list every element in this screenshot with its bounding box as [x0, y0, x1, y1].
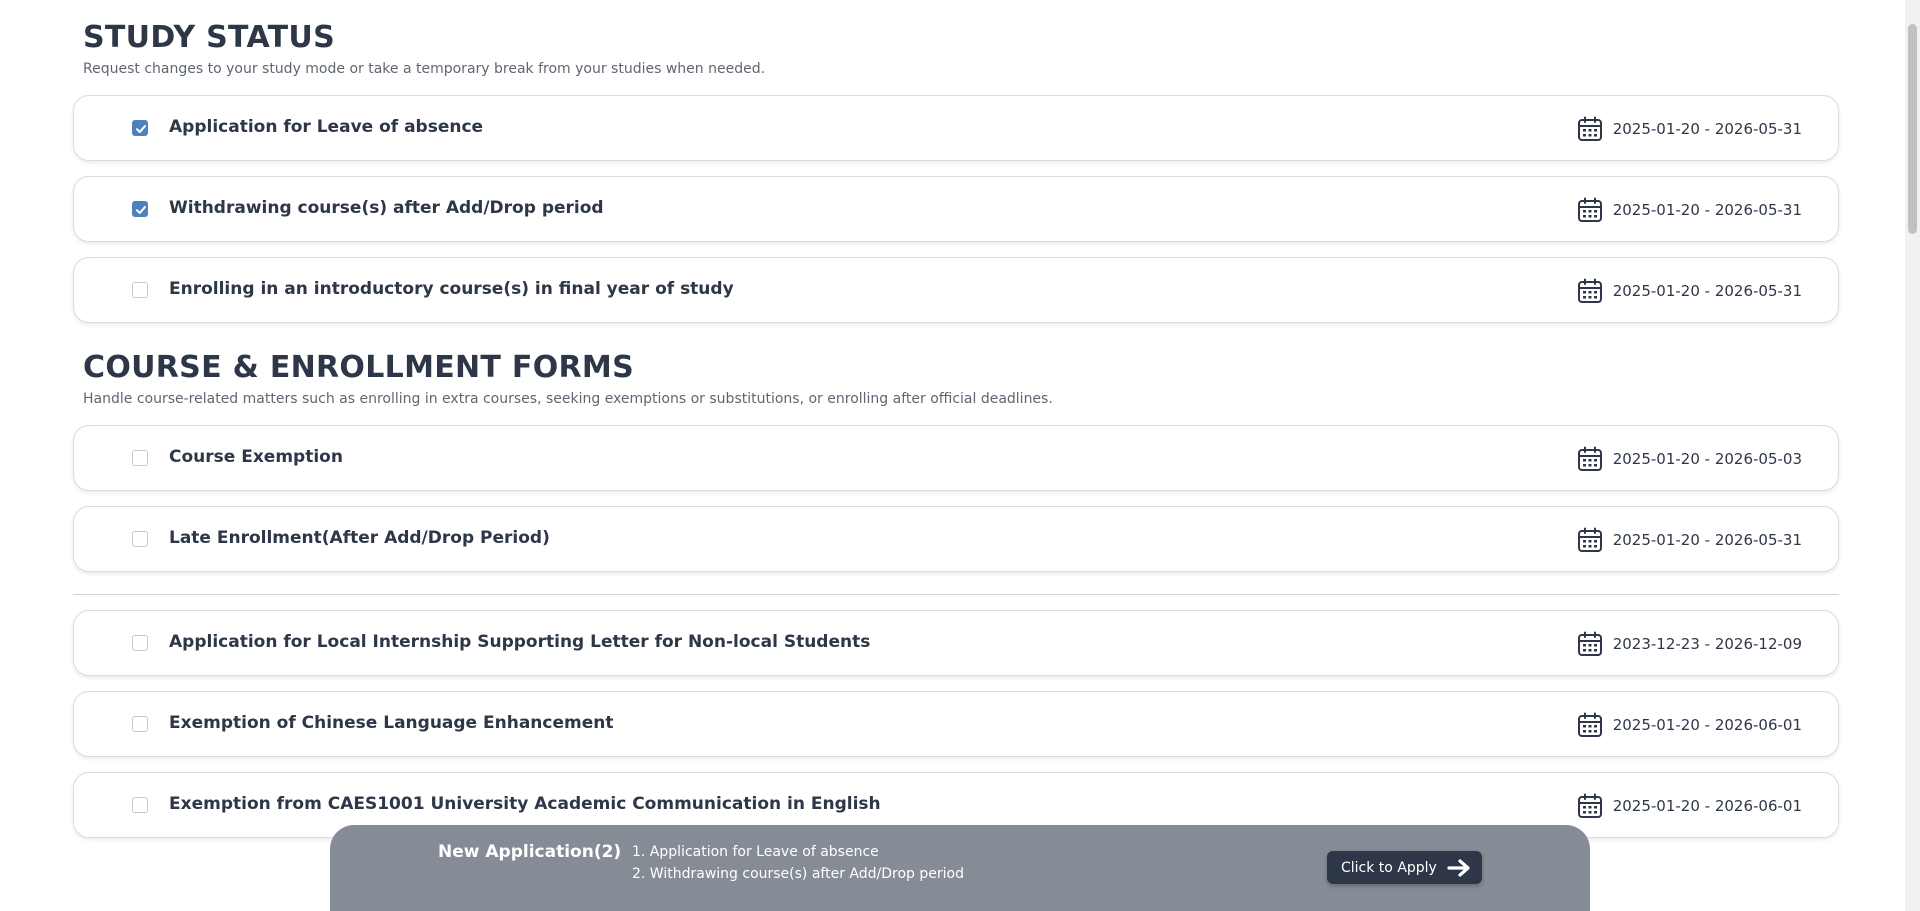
calendar-icon	[1577, 197, 1602, 222]
form-date: 2025-01-20 - 2026-05-03	[1612, 450, 1802, 468]
form-checkbox[interactable]	[132, 282, 148, 298]
selected-application-item: 2. Withdrawing course(s) after Add/Drop …	[632, 866, 964, 882]
form-title: Enrolling in an introductory course(s) i…	[169, 279, 734, 299]
form-checkbox[interactable]	[132, 120, 148, 136]
form-card[interactable]: Late Enrollment(After Add/Drop Period) 2…	[73, 506, 1839, 572]
click-to-apply-button[interactable]: Click to Apply	[1327, 851, 1482, 884]
form-card[interactable]: Exemption of Chinese Language Enhancemen…	[73, 691, 1839, 757]
form-date-range: 2025-01-20 - 2026-05-31	[1577, 527, 1802, 553]
form-checkbox[interactable]	[132, 797, 148, 813]
form-date: 2025-01-20 - 2026-06-01	[1612, 797, 1802, 815]
form-date: 2025-01-20 - 2026-05-31	[1612, 531, 1802, 549]
form-checkbox[interactable]	[132, 635, 148, 651]
section-divider	[73, 594, 1839, 595]
form-title: Application for Local Internship Support…	[169, 632, 871, 652]
page-scrollbar[interactable]	[1905, 0, 1920, 911]
calendar-icon	[1577, 278, 1602, 303]
form-date-range: 2025-01-20 - 2026-05-31	[1577, 278, 1802, 304]
form-date-range: 2025-01-20 - 2026-05-31	[1577, 197, 1802, 223]
form-date: 2023-12-23 - 2026-12-09	[1612, 635, 1802, 653]
form-date-range: 2025-01-20 - 2026-05-03	[1577, 446, 1802, 472]
selected-application-item: 1. Application for Leave of absence	[632, 844, 879, 860]
form-date: 2025-01-20 - 2026-05-31	[1612, 282, 1802, 300]
scrollbar-thumb[interactable]	[1908, 24, 1917, 234]
new-application-bar: New Application(2) 1. Application for Le…	[330, 825, 1590, 911]
form-card[interactable]: Enrolling in an introductory course(s) i…	[73, 257, 1839, 323]
calendar-icon	[1577, 631, 1602, 656]
form-date-range: 2025-01-20 - 2026-06-01	[1577, 712, 1802, 738]
check-icon	[136, 125, 146, 133]
form-date-range: 2025-01-20 - 2026-06-01	[1577, 793, 1802, 819]
form-date: 2025-01-20 - 2026-05-31	[1612, 201, 1802, 219]
form-date-range: 2023-12-23 - 2026-12-09	[1577, 631, 1802, 657]
section-heading-course-enrollment: COURSE & ENROLLMENT FORMS	[83, 350, 634, 385]
form-date: 2025-01-20 - 2026-06-01	[1612, 716, 1802, 734]
calendar-icon	[1577, 793, 1602, 818]
calendar-icon	[1577, 712, 1602, 737]
form-card[interactable]: Application for Local Internship Support…	[73, 610, 1839, 676]
selected-applications-list: 1. Application for Leave of absence 2. W…	[632, 841, 964, 885]
form-checkbox[interactable]	[132, 450, 148, 466]
form-title: Exemption from CAES1001 University Acade…	[169, 794, 881, 814]
form-date: 2025-01-20 - 2026-05-31	[1612, 120, 1802, 138]
calendar-icon	[1577, 116, 1602, 141]
form-checkbox[interactable]	[132, 716, 148, 732]
form-checkbox[interactable]	[132, 201, 148, 217]
calendar-icon	[1577, 446, 1602, 471]
form-title: Application for Leave of absence	[169, 117, 484, 137]
forms-page: STUDY STATUS Request changes to your stu…	[0, 0, 1905, 911]
form-card[interactable]: Course Exemption 2025-01-20 - 2026-05-03	[73, 425, 1839, 491]
section-subtitle-course-enrollment: Handle course-related matters such as en…	[83, 391, 1053, 407]
form-title: Exemption of Chinese Language Enhancemen…	[169, 713, 614, 733]
form-title: Late Enrollment(After Add/Drop Period)	[169, 528, 550, 548]
form-title: Course Exemption	[169, 447, 343, 467]
new-application-title: New Application(2)	[438, 842, 622, 862]
arrow-right-icon	[1447, 858, 1470, 877]
apply-button-label: Click to Apply	[1341, 859, 1437, 876]
section-subtitle-study-status: Request changes to your study mode or ta…	[83, 61, 766, 77]
form-date-range: 2025-01-20 - 2026-05-31	[1577, 116, 1802, 142]
section-heading-study-status: STUDY STATUS	[83, 20, 335, 55]
form-title: Withdrawing course(s) after Add/Drop per…	[169, 198, 604, 218]
form-checkbox[interactable]	[132, 531, 148, 547]
form-card[interactable]: Withdrawing course(s) after Add/Drop per…	[73, 176, 1839, 242]
form-card[interactable]: Application for Leave of absence 2025-01…	[73, 95, 1839, 161]
calendar-icon	[1577, 527, 1602, 552]
check-icon	[136, 206, 146, 214]
